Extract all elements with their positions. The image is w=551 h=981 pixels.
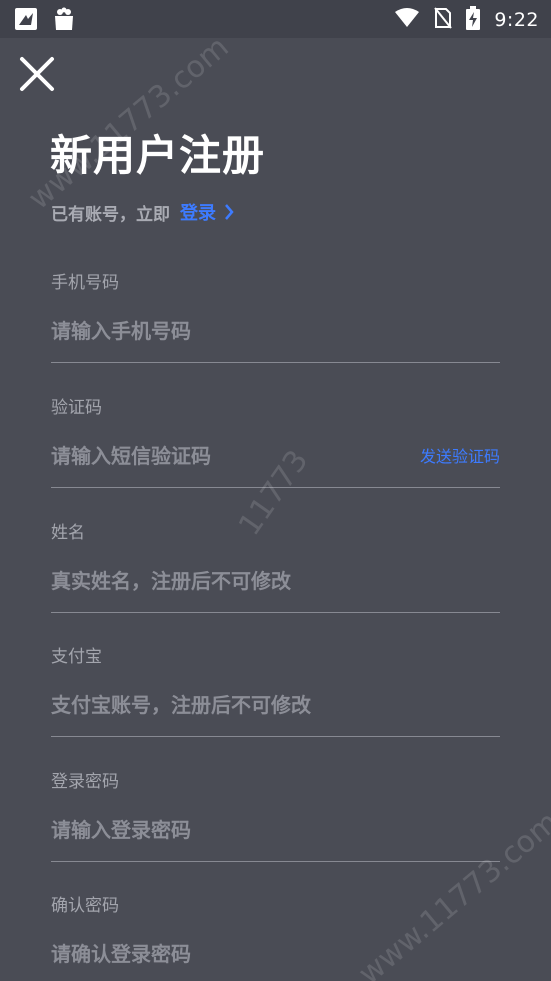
password-field: 登录密码 请输入登录密码 [51, 767, 500, 862]
confirm-password-placeholder: 请确认登录密码 [51, 942, 191, 966]
code-placeholder: 请输入短信验证码 [51, 444, 211, 468]
name-field: 姓名 真实姓名，注册后不可修改 [51, 518, 500, 613]
status-bar: 9:22 [0, 0, 551, 38]
login-link-label: 登录 [180, 203, 216, 224]
code-label: 验证码 [51, 398, 102, 418]
alipay-label: 支付宝 [51, 647, 102, 667]
chevron-right-icon [225, 204, 234, 220]
code-field: 验证码 请输入短信验证码 发送验证码 [51, 393, 500, 488]
login-prompt: 已有账号，立即 登录 [51, 199, 234, 225]
phone-input[interactable]: 请输入手机号码 [51, 315, 500, 363]
battery-charging-icon [466, 6, 481, 34]
app-notification-icon [14, 7, 38, 31]
wifi-icon [394, 8, 420, 32]
code-input[interactable]: 请输入短信验证码 发送验证码 [51, 440, 500, 488]
phone-label: 手机号码 [51, 273, 119, 293]
alipay-input[interactable]: 支付宝账号，注册后不可修改 [51, 689, 500, 737]
page-title: 新用户注册 [50, 131, 266, 180]
password-placeholder: 请输入登录密码 [51, 818, 191, 842]
close-icon [20, 57, 54, 91]
confirm-password-input[interactable]: 请确认登录密码 [51, 938, 500, 981]
phone-placeholder: 请输入手机号码 [51, 319, 191, 343]
name-input[interactable]: 真实姓名，注册后不可修改 [51, 565, 500, 613]
alipay-field: 支付宝 支付宝账号，注册后不可修改 [51, 642, 500, 737]
status-time: 9:22 [494, 9, 539, 31]
login-link[interactable]: 登录 [180, 199, 234, 225]
shopping-bag-icon [52, 7, 76, 31]
send-code-button[interactable]: 发送验证码 [420, 443, 500, 467]
name-label: 姓名 [51, 523, 85, 543]
no-sim-icon [434, 7, 453, 33]
confirm-password-label: 确认密码 [51, 896, 119, 916]
phone-field: 手机号码 请输入手机号码 [51, 268, 500, 363]
close-button[interactable] [18, 55, 58, 95]
password-input[interactable]: 请输入登录密码 [51, 814, 500, 862]
name-placeholder: 真实姓名，注册后不可修改 [51, 569, 291, 593]
login-prompt-text: 已有账号，立即 [51, 204, 170, 225]
password-label: 登录密码 [51, 772, 119, 792]
alipay-placeholder: 支付宝账号，注册后不可修改 [51, 693, 311, 717]
confirm-password-field: 确认密码 请确认登录密码 [51, 891, 500, 981]
